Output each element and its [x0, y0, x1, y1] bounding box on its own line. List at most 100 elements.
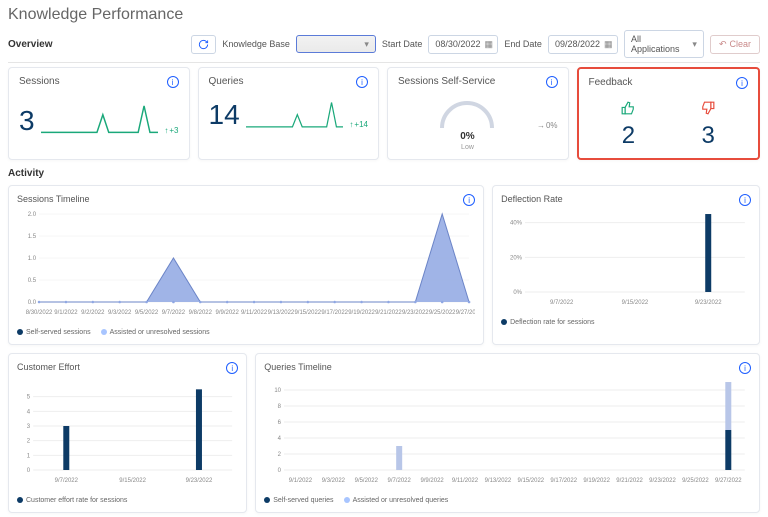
svg-text:9/7/2022: 9/7/2022	[550, 300, 574, 306]
feedback-title: Feedback	[589, 77, 633, 88]
svg-text:9/2/2022: 9/2/2022	[81, 310, 105, 316]
svg-text:9/25/2022: 9/25/2022	[682, 478, 709, 484]
svg-text:9/17/2022: 9/17/2022	[551, 478, 578, 484]
svg-text:4: 4	[27, 409, 31, 415]
feedback-card: Feedback i 2 3	[577, 67, 761, 160]
svg-text:6: 6	[278, 420, 282, 426]
svg-text:9/15/2022: 9/15/2022	[119, 478, 146, 484]
end-date-value: 09/28/2022	[555, 39, 600, 49]
kb-label: Knowledge Base	[222, 39, 290, 49]
applications-select[interactable]: All Applications ▾	[624, 30, 704, 58]
svg-text:9/19/2022: 9/19/2022	[584, 478, 611, 484]
info-icon[interactable]: i	[736, 77, 748, 89]
svg-text:9/15/2022: 9/15/2022	[294, 310, 321, 316]
info-icon[interactable]: i	[739, 194, 751, 206]
svg-text:2.0: 2.0	[28, 212, 37, 218]
chevron-down-icon: ▾	[364, 39, 369, 50]
thumbs-up-icon	[621, 101, 635, 120]
queries-timeline-panel: Queries Timeline i 02468109/1/20229/3/20…	[255, 353, 760, 513]
end-date-label: End Date	[504, 39, 542, 49]
self-service-card: Sessions Self-Service i 0% Low → 0%	[387, 67, 569, 160]
svg-text:0: 0	[27, 468, 31, 474]
svg-text:9/7/2022: 9/7/2022	[162, 310, 186, 316]
svg-text:9/13/2022: 9/13/2022	[485, 478, 512, 484]
legend-deflection: Deflection rate for sessions	[510, 319, 594, 326]
end-date-input[interactable]: 09/28/2022 ▦	[548, 35, 618, 54]
svg-text:9/23/2022: 9/23/2022	[695, 300, 722, 306]
info-icon[interactable]: i	[739, 362, 751, 374]
queries-sparkline	[246, 100, 344, 129]
svg-text:3: 3	[27, 424, 31, 430]
svg-text:4: 4	[278, 436, 282, 442]
svg-text:9/3/2022: 9/3/2022	[322, 478, 346, 484]
svg-text:9/23/2022: 9/23/2022	[402, 310, 429, 316]
svg-text:9/15/2022: 9/15/2022	[518, 478, 545, 484]
legend-self-served-q: Self-served queries	[273, 497, 333, 504]
queries-title: Queries	[209, 76, 244, 87]
svg-text:9/11/2022: 9/11/2022	[452, 478, 479, 484]
svg-text:10: 10	[275, 388, 282, 394]
svg-text:9/5/2022: 9/5/2022	[355, 478, 379, 484]
calendar-icon: ▦	[484, 39, 493, 50]
customer-effort-panel: Customer Effort i 0 1 2 3 4 5 9/7/2022 9/15/202…	[8, 353, 247, 513]
svg-text:9/7/2022: 9/7/2022	[388, 478, 412, 484]
svg-text:9/17/2022: 9/17/2022	[321, 310, 348, 316]
svg-text:1.0: 1.0	[28, 256, 37, 262]
deflection-rate-title: Deflection Rate	[501, 194, 563, 206]
info-icon[interactable]: i	[546, 76, 558, 88]
svg-text:5: 5	[27, 395, 31, 401]
info-icon[interactable]: i	[167, 76, 179, 88]
info-icon[interactable]: i	[226, 362, 238, 374]
svg-text:9/1/2022: 9/1/2022	[289, 478, 313, 484]
svg-text:0.0: 0.0	[28, 300, 37, 306]
legend-assisted: Assisted or unresolved sessions	[110, 329, 210, 336]
feedback-down-value: 3	[701, 124, 714, 148]
apps-value: All Applications	[631, 34, 688, 54]
filter-bar: Overview Knowledge Base ▾ Start Date 08/…	[0, 26, 768, 62]
start-date-value: 08/30/2022	[435, 39, 480, 49]
queries-value: 14	[209, 101, 240, 129]
sessions-value: 3	[19, 107, 35, 135]
svg-text:9/9/2022: 9/9/2022	[421, 478, 445, 484]
info-icon[interactable]: i	[356, 76, 368, 88]
start-date-label: Start Date	[382, 39, 423, 49]
svg-text:20%: 20%	[510, 255, 523, 261]
chevron-down-icon: ▾	[692, 39, 697, 50]
svg-text:9/23/2022: 9/23/2022	[649, 478, 676, 484]
divider	[8, 62, 760, 63]
customer-effort-title: Customer Effort	[17, 362, 80, 374]
svg-text:9/23/2022: 9/23/2022	[186, 478, 213, 484]
svg-text:0%: 0%	[513, 290, 522, 296]
page-title: Knowledge Performance	[0, 0, 768, 26]
sessions-sparkline	[41, 100, 159, 135]
clear-button[interactable]: ↶ Clear	[710, 35, 760, 54]
start-date-input[interactable]: 08/30/2022 ▦	[428, 35, 498, 54]
kpi-cards-row: Sessions i 3 ↑ +3 Queries i 14 ↑ +14 Ses…	[0, 67, 768, 160]
svg-text:9/1/2022: 9/1/2022	[54, 310, 78, 316]
deflection-rate-chart: 0%20%40%9/7/20229/15/20229/23/2022	[501, 210, 751, 310]
svg-text:2: 2	[27, 439, 31, 445]
undo-icon: ↶	[719, 39, 727, 50]
svg-text:9/13/2022: 9/13/2022	[268, 310, 295, 316]
svg-text:1: 1	[27, 453, 31, 459]
refresh-button[interactable]	[191, 35, 216, 54]
sessions-timeline-panel: Sessions Timeline i 0.00.51.01.52.08/30/…	[8, 185, 484, 345]
knowledge-base-select[interactable]: ▾	[296, 35, 376, 53]
svg-text:0: 0	[278, 468, 282, 474]
svg-text:9/15/2022: 9/15/2022	[622, 300, 649, 306]
svg-text:9/7/2022: 9/7/2022	[55, 478, 79, 484]
svg-text:9/8/2022: 9/8/2022	[189, 310, 213, 316]
svg-text:8/30/2022: 8/30/2022	[26, 310, 53, 316]
queries-trend: ↑ +14	[349, 120, 368, 129]
info-icon[interactable]: i	[463, 194, 475, 206]
svg-text:9/5/2022: 9/5/2022	[135, 310, 159, 316]
activity-label: Activity	[0, 160, 768, 181]
sessions-trend: ↑ +3	[164, 126, 178, 135]
svg-text:9/9/2022: 9/9/2022	[216, 310, 240, 316]
gauge-value: 0%	[460, 132, 474, 142]
svg-text:9/3/2022: 9/3/2022	[108, 310, 132, 316]
svg-text:2: 2	[278, 452, 282, 458]
gauge-icon	[437, 100, 497, 130]
sessions-title: Sessions	[19, 76, 60, 87]
feedback-up-value: 2	[622, 124, 635, 148]
